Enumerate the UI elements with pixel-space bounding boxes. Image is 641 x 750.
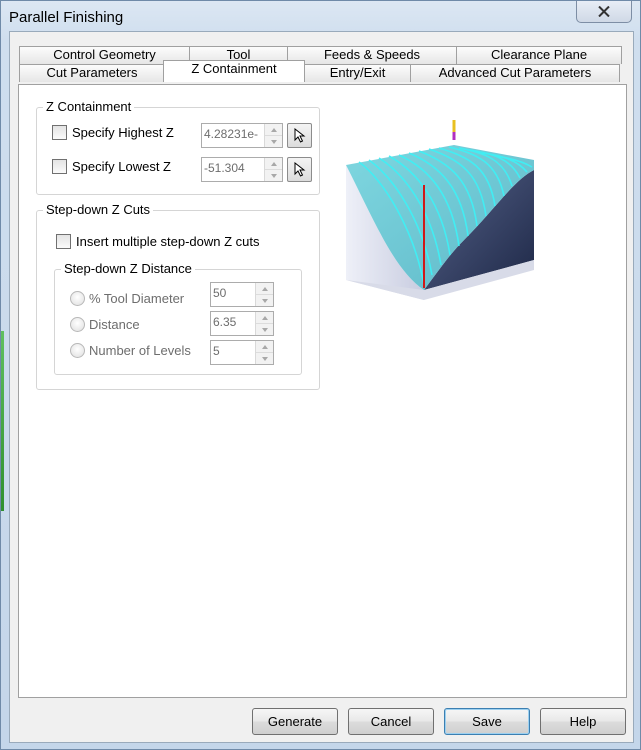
lowest-z-value: -51.304 [204,161,245,175]
spin-up-icon[interactable] [265,124,282,136]
tab-advanced-cut-parameters[interactable]: Advanced Cut Parameters [410,64,620,82]
spin-down-icon[interactable] [256,353,273,364]
option-distance-row: Distance [70,317,140,332]
lowest-z-spinner[interactable] [264,158,282,181]
tool-diameter-spinner[interactable] [255,283,273,306]
highest-z-value: 4.28231e- [204,127,259,141]
z-containment-group-title: Z Containment [43,99,135,115]
generate-button[interactable]: Generate [252,708,338,735]
specify-highest-z-checkbox[interactable] [52,125,67,140]
tab-clearance-plane[interactable]: Clearance Plane [456,46,622,64]
tab-panel-z-containment: Z Containment Specify Highest Z 4.28231e… [18,84,627,698]
specify-highest-z-row: Specify Highest Z [52,125,174,140]
number-of-levels-radio[interactable] [70,343,85,358]
specify-lowest-z-row: Specify Lowest Z [52,159,171,174]
spin-up-icon[interactable] [256,283,273,295]
z-containment-group: Z Containment Specify Highest Z 4.28231e… [36,99,320,195]
distance-spinner[interactable] [255,312,273,335]
stepdown-distance-group: Step-down Z Distance % Tool Diameter 50 [54,261,302,375]
spin-down-icon[interactable] [265,170,282,181]
tab-row-back: Control Geometry Tool Feeds & Speeds Cle… [19,46,622,64]
title-bar: Parallel Finishing [1,1,640,35]
insert-stepdown-row: Insert multiple step-down Z cuts [56,234,260,249]
dialog-client: Control Geometry Tool Feeds & Speeds Cle… [9,31,634,743]
tool-diameter-input[interactable]: 50 [210,282,274,307]
stepdown-distance-group-title: Step-down Z Distance [61,261,195,277]
toolpath-preview-image [346,120,534,300]
tab-feeds-speeds[interactable]: Feeds & Speeds [287,46,457,64]
save-button[interactable]: Save [444,708,530,735]
cursor-arrow-icon [294,128,305,143]
option-number-of-levels-row: Number of Levels [70,343,191,358]
tab-cut-parameters[interactable]: Cut Parameters [19,64,165,82]
insert-stepdown-checkbox[interactable] [56,234,71,249]
distance-label: Distance [89,317,140,332]
window-title: Parallel Finishing [9,9,124,26]
spin-up-icon[interactable] [256,312,273,324]
help-button[interactable]: Help [540,708,626,735]
distance-value: 6.35 [213,315,237,329]
spin-down-icon[interactable] [256,324,273,335]
tool-diameter-value: 50 [213,286,227,300]
dialog-window: Parallel Finishing Control Geometry Tool… [0,0,641,750]
spin-down-icon[interactable] [265,136,282,147]
spin-down-icon[interactable] [256,295,273,306]
number-of-levels-input[interactable]: 5 [210,340,274,365]
close-x-icon [598,6,610,17]
highest-z-spinner[interactable] [264,124,282,147]
tool-diameter-radio[interactable] [70,291,85,306]
pick-lowest-z-button[interactable] [287,157,312,182]
number-of-levels-spinner[interactable] [255,341,273,364]
distance-radio[interactable] [70,317,85,332]
highest-z-input[interactable]: 4.28231e- [201,123,283,148]
number-of-levels-label: Number of Levels [89,343,191,358]
stepdown-group: Step-down Z Cuts Insert multiple step-do… [36,202,320,390]
close-button[interactable] [576,1,632,23]
background-accent [1,331,4,511]
specify-lowest-z-label: Specify Lowest Z [72,159,171,174]
number-of-levels-value: 5 [213,344,220,358]
lowest-z-input[interactable]: -51.304 [201,157,283,182]
specify-highest-z-label: Specify Highest Z [72,125,174,140]
specify-lowest-z-checkbox[interactable] [52,159,67,174]
tool-diameter-label: % Tool Diameter [89,291,185,306]
tab-entry-exit[interactable]: Entry/Exit [304,64,411,82]
pick-highest-z-button[interactable] [287,123,312,148]
cursor-arrow-icon [294,162,305,177]
spin-up-icon[interactable] [256,341,273,353]
insert-stepdown-label: Insert multiple step-down Z cuts [76,234,260,249]
tab-z-containment[interactable]: Z Containment [163,60,305,82]
stepdown-group-title: Step-down Z Cuts [43,202,154,218]
tab-row-front: Cut Parameters Z Containment Entry/Exit … [19,60,620,82]
spin-up-icon[interactable] [265,158,282,170]
option-tool-diameter-row: % Tool Diameter [70,291,184,306]
cancel-button[interactable]: Cancel [348,708,434,735]
distance-input[interactable]: 6.35 [210,311,274,336]
